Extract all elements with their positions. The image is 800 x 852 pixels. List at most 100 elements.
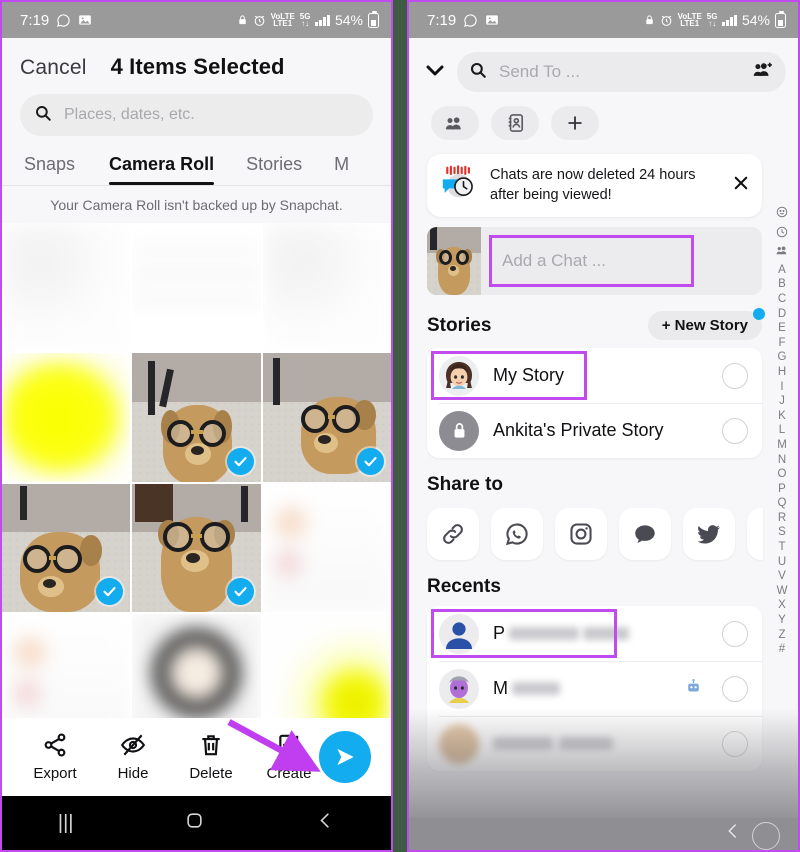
home-icon[interactable] [185,811,204,836]
left-header: Cancel 4 Items Selected [2,38,391,92]
index-letter[interactable]: M [777,439,787,451]
index-letter[interactable]: X [778,599,786,611]
index-letter[interactable]: P [778,483,786,495]
hide-label: Hide [117,765,149,782]
list-item-private-story[interactable]: Ankita's Private Story [427,403,762,458]
index-letter[interactable]: K [778,410,786,422]
private-story-radio[interactable] [722,417,748,444]
add-chat-row[interactable]: Add a Chat ... [427,227,762,295]
my-story-highlight [431,351,587,400]
list-item-recent[interactable]: P [427,606,762,661]
index-letter[interactable]: L [779,424,785,436]
create-button[interactable]: Create [250,732,328,782]
index-letter[interactable]: I [780,381,783,393]
recents-icon[interactable]: ||| [58,812,74,835]
send-to-header: Send To ... [409,38,798,92]
back-icon[interactable] [316,811,335,836]
link-icon [443,524,463,544]
index-letter[interactable]: Y [778,614,786,626]
group-icon[interactable] [776,245,789,259]
index-letter[interactable]: Z [778,629,785,641]
new-story-button[interactable]: + New Story [647,308,765,340]
recent-radio[interactable] [722,675,748,702]
share-instagram-button[interactable] [555,508,607,560]
index-letter[interactable]: S [778,526,786,538]
alphabet-index-strip[interactable]: A B C D E F G H I J K L M N O P Q R S T [770,206,794,655]
gallery-icon [78,13,92,27]
recent-name [493,737,708,750]
index-letter[interactable]: T [778,541,785,553]
grid-cell-selected[interactable] [262,353,391,482]
send-button[interactable] [319,731,371,783]
delete-button[interactable]: Delete [172,732,250,782]
chip-group[interactable] [431,106,479,140]
add-chat-input[interactable]: Add a Chat ... [489,235,694,287]
index-letter[interactable]: H [778,366,786,378]
index-letter[interactable]: R [778,512,786,524]
hide-button[interactable]: Hide [94,732,172,782]
index-letter[interactable]: F [778,337,785,349]
tab-camera-roll[interactable]: Camera Roll [109,154,215,185]
recent-radio[interactable] [722,730,748,757]
share-whatsapp-button[interactable] [491,508,543,560]
recent-radio[interactable] [722,620,748,647]
share-twitter-button[interactable] [683,508,735,560]
cancel-button[interactable]: Cancel [20,56,87,80]
status-time: 7:19 [20,11,50,29]
grid-cell-selected[interactable] [132,483,261,612]
index-letter[interactable]: E [778,322,786,334]
grid-cell[interactable] [132,223,261,352]
index-letter[interactable]: Q [778,497,787,509]
send-to-sheet: Send To ... Chats are now deleted 24 hou… [409,38,798,850]
grid-cell[interactable] [262,223,391,352]
export-button[interactable]: Export [16,732,94,782]
grid-cell-selected[interactable] [2,483,131,612]
tab-stories[interactable]: Stories [246,154,302,185]
index-letter[interactable]: B [778,278,786,290]
share-message-button[interactable] [619,508,671,560]
chip-contacts[interactable] [491,106,539,140]
clock-icon[interactable] [776,226,788,241]
back-chevron-icon[interactable] [724,822,742,846]
share-link-button[interactable] [427,508,479,560]
tab-more[interactable]: M [334,154,349,185]
camera-roll-search-input[interactable]: Places, dates, etc. [20,94,373,136]
index-letter[interactable]: W [777,585,788,597]
index-letter[interactable]: O [778,468,787,480]
index-letter[interactable]: D [778,308,786,320]
battery-percent: 54% [741,12,770,28]
index-letter[interactable]: U [778,556,786,568]
chip-add[interactable] [551,106,599,140]
chat-deletion-banner: Chats are now deleted 24 hours after bei… [427,154,762,217]
list-item-my-story[interactable]: My Story [427,348,762,403]
list-item-recent[interactable] [427,716,762,771]
list-item-recent[interactable]: M [427,661,762,716]
index-letter[interactable]: C [778,293,786,305]
add-group-icon[interactable] [752,61,774,84]
nav-circle[interactable] [752,822,780,850]
tab-snaps[interactable]: Snaps [24,154,75,185]
send-to-search-input[interactable]: Send To ... [457,52,786,92]
banner-text: Chats are now deleted 24 hours after bei… [490,166,696,203]
my-story-radio[interactable] [722,362,748,389]
index-letter[interactable]: G [778,351,787,363]
share-more-button[interactable] [747,508,763,560]
index-letter[interactable]: J [779,395,785,407]
volte-icon: VoLTE LTE1 [270,12,295,28]
index-letter[interactable]: N [778,454,786,466]
photo-grid [2,223,391,743]
grid-cell[interactable] [262,483,391,612]
share-icon [44,733,66,757]
close-icon[interactable] [732,174,750,197]
grid-cell[interactable] [2,223,131,352]
whatsapp-icon [505,523,528,546]
grid-cell[interactable] [2,353,131,482]
index-letter[interactable]: # [779,643,785,655]
chevron-down-icon[interactable] [423,58,447,87]
index-letter[interactable]: V [778,570,786,582]
grid-cell-selected[interactable] [132,353,261,482]
search-placeholder: Places, dates, etc. [64,106,195,123]
index-letter[interactable]: A [778,264,786,276]
battery-percent: 54% [334,12,363,28]
smiley-icon[interactable] [776,206,788,221]
